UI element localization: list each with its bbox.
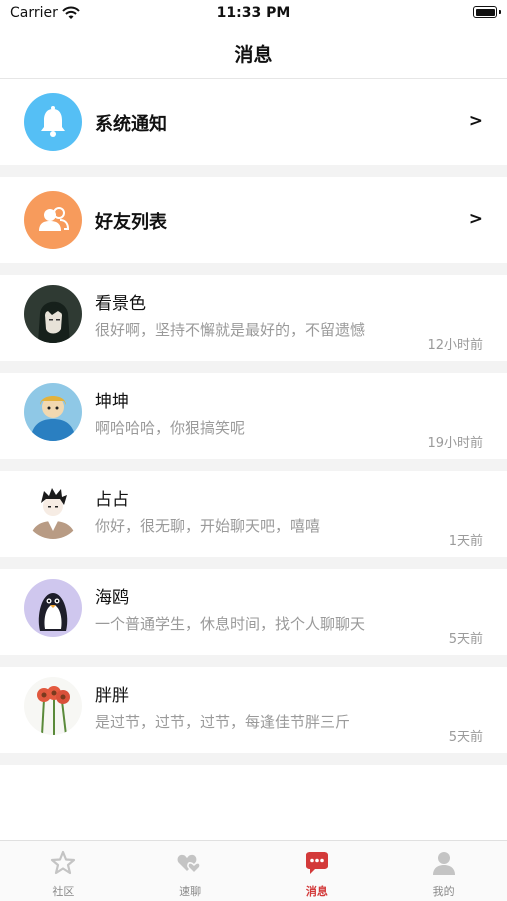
battery-icon: [473, 6, 501, 18]
chat-row[interactable]: 坤坤 啊哈哈哈，你狠搞笑呢 19小时前: [0, 373, 507, 459]
chat-time: 5天前: [448, 730, 483, 745]
chat-name: 看景色: [95, 294, 146, 314]
chat-row[interactable]: 胖胖 是过节，过节，过节，每逢佳节胖三斤 5天前: [0, 667, 507, 753]
entry-label: 系统通知: [95, 114, 167, 135]
chat-name: 海鸥: [95, 588, 129, 608]
divider: [0, 655, 507, 667]
divider: [0, 753, 507, 765]
chat-name: 占占: [95, 490, 129, 510]
avatar: [24, 677, 82, 735]
message-list: 系统通知 > 好友列表 > 看景色 很好啊，坚持不懈就是最好的，不留遗憾 12小…: [0, 79, 507, 765]
chat-row[interactable]: 占占 你好，很无聊，开始聊天吧，嘻嘻 1天前: [0, 471, 507, 557]
tab-label: 消息: [305, 885, 328, 898]
tab-community[interactable]: 社区: [0, 841, 127, 901]
divider: [0, 557, 507, 569]
bell-icon: [24, 93, 82, 151]
chat-time: 5天前: [448, 632, 483, 647]
divider: [0, 165, 507, 177]
avatar: [24, 285, 82, 343]
chat-time: 1天前: [448, 534, 483, 549]
entry-label: 好友列表: [95, 212, 167, 233]
tab-label: 速聊: [179, 885, 202, 898]
tab-label: 社区: [52, 885, 75, 898]
chat-row[interactable]: 海鸥 一个普通学生，休息时间，找个人聊聊天 5天前: [0, 569, 507, 655]
tab-profile[interactable]: 我的: [380, 841, 507, 901]
avatar: [24, 579, 82, 637]
friends-icon: [24, 191, 82, 249]
chat-time: 12小时前: [427, 338, 483, 353]
person-icon: [430, 849, 458, 877]
chevron-right-icon: >: [468, 209, 483, 229]
chat-preview: 很好啊，坚持不懈就是最好的，不留遗憾: [95, 321, 366, 339]
chat-preview: 啊哈哈哈，你狠搞笑呢: [95, 419, 246, 437]
chat-name: 胖胖: [95, 686, 129, 706]
chat-name: 坤坤: [95, 392, 129, 412]
clock: 11:33 PM: [216, 5, 291, 21]
navigation-bar: 消息: [0, 28, 507, 79]
tab-messages[interactable]: 消息: [254, 841, 381, 901]
avatar: [24, 481, 82, 539]
tab-bar: 社区 速聊 消息 我的: [0, 840, 507, 901]
chat-time: 19小时前: [427, 436, 483, 451]
avatar: [24, 383, 82, 441]
star-icon: [49, 849, 77, 877]
chat-preview: 你好，很无聊，开始聊天吧，嘻嘻: [95, 517, 321, 535]
status-bar: Carrier 11:33 PM: [0, 0, 507, 28]
tab-label: 我的: [432, 885, 455, 898]
hearts-icon: [176, 849, 204, 877]
divider: [0, 459, 507, 471]
friends-list-entry[interactable]: 好友列表 >: [0, 177, 507, 263]
chat-preview: 是过节，过节，过节，每逢佳节胖三斤: [95, 713, 351, 731]
chat-row[interactable]: 看景色 很好啊，坚持不懈就是最好的，不留遗憾 12小时前: [0, 275, 507, 361]
divider: [0, 361, 507, 373]
chat-bubble-icon: [303, 849, 331, 877]
tab-quick-chat[interactable]: 速聊: [127, 841, 254, 901]
page-title: 消息: [234, 44, 273, 66]
divider: [0, 263, 507, 275]
chevron-right-icon: >: [468, 111, 483, 131]
chat-preview: 一个普通学生，休息时间，找个人聊聊天: [95, 615, 366, 633]
system-notifications-entry[interactable]: 系统通知 >: [0, 79, 507, 165]
